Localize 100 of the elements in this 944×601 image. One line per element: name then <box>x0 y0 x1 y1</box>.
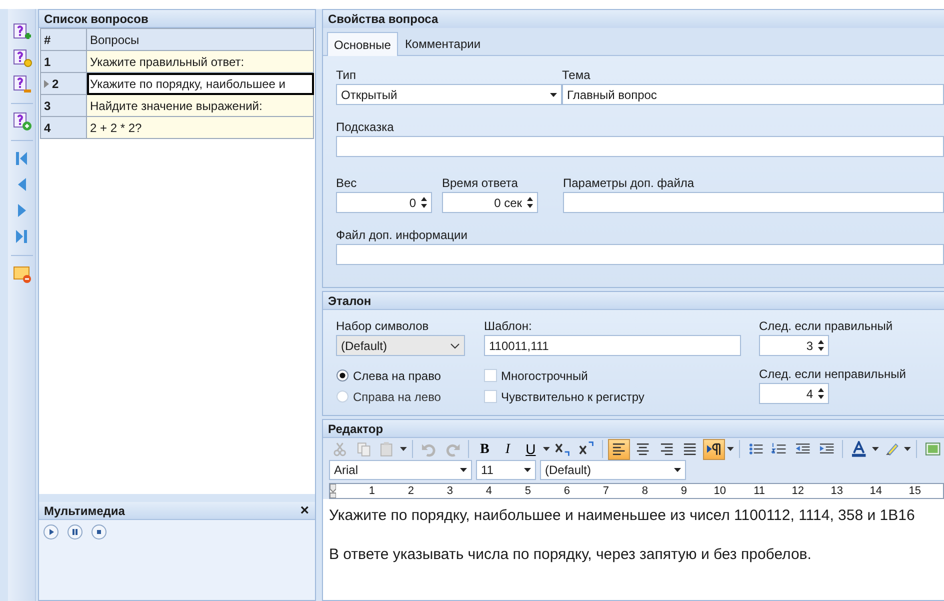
dropdown-arrow-icon <box>460 468 467 472</box>
align-icon <box>611 441 628 457</box>
image-icon <box>925 441 941 457</box>
row-number: 2 <box>40 72 86 94</box>
charset-dropdown[interactable]: (Default) <box>336 335 465 356</box>
ruler-number: 14 <box>868 484 882 499</box>
radio-button[interactable] <box>336 369 349 382</box>
panel-title: Список вопросов <box>44 11 148 27</box>
ruler-number: 9 <box>680 484 687 499</box>
spin-arrows-icon <box>818 340 824 351</box>
ruler-number: 5 <box>524 484 531 499</box>
field-label: Подсказка <box>336 119 395 136</box>
topic-field[interactable]: Главный вопрос <box>562 84 944 105</box>
paragraph: В ответе указывать числа по порядку, через запятую и без пробелов. <box>329 544 812 564</box>
play-icon[interactable] <box>43 524 59 540</box>
checkbox[interactable] <box>484 390 497 403</box>
time-spinner[interactable]: 0 сек <box>442 192 538 213</box>
ruler-number: 1 <box>368 484 375 499</box>
edit-question-icon[interactable] <box>12 49 32 69</box>
tab[interactable]: Основные <box>327 32 398 56</box>
import-question-icon[interactable] <box>12 112 32 132</box>
highlighter-icon <box>884 441 900 457</box>
spin-arrows-icon <box>527 197 533 208</box>
dropdown-arrow-icon <box>550 92 557 96</box>
file-params-field[interactable] <box>563 192 944 213</box>
text-editor[interactable]: Укажите по порядку, наибольшее и наименьшее из чисел 1100112, 1114, 358 и 1В16 В ответе указывать числа по порядку, через запятую и без пробелов. <box>323 499 944 600</box>
copy-icon <box>356 441 372 457</box>
superscript-icon <box>578 441 594 457</box>
style-dropdown[interactable]: (Default) <box>540 460 686 480</box>
field-label: Параметры доп. файла <box>563 175 696 192</box>
radio-button[interactable] <box>336 390 349 403</box>
caret-icon[interactable] <box>904 447 912 451</box>
type-dropdown[interactable]: Открытый <box>336 84 562 105</box>
indent-marker-icon[interactable] <box>330 484 336 498</box>
field-label: Тип <box>336 67 358 84</box>
align-icon <box>658 441 674 457</box>
cut-icon <box>332 441 348 457</box>
question-cell[interactable]: Найдите значение выражений: <box>86 94 314 116</box>
hint-field[interactable] <box>336 136 944 157</box>
ruler-number: 10 <box>712 484 726 499</box>
row-number: 1 <box>40 50 86 72</box>
ruler-number: 6 <box>562 484 570 499</box>
ruler-number: 8 <box>640 484 648 499</box>
info-file-field[interactable] <box>336 244 944 265</box>
dropdown-arrow-icon <box>524 468 531 472</box>
column-header[interactable]: # <box>40 28 86 50</box>
format-button[interactable]: B <box>474 438 496 460</box>
section-title: Эталон <box>328 293 372 309</box>
field-label: Файл доп. информации <box>336 227 468 244</box>
field-label: След. если правильный <box>759 318 894 335</box>
next-wrong-spinner[interactable]: 4 <box>759 383 829 404</box>
font-size-dropdown[interactable]: 11 <box>476 460 536 480</box>
field-label: Тема <box>562 67 592 84</box>
ruler-number: 3 <box>446 484 453 499</box>
column-header[interactable]: Вопросы <box>86 28 314 50</box>
align-button[interactable] <box>608 438 630 460</box>
checkbox[interactable] <box>484 369 497 382</box>
delete-question-icon[interactable] <box>12 75 32 95</box>
template-field[interactable]: 110011,111 <box>484 335 741 356</box>
caret-icon[interactable] <box>872 447 879 451</box>
question-cell[interactable]: 2 + 2 * 2? <box>86 116 314 138</box>
field-label: Набор символов <box>336 318 430 335</box>
weight-spinner[interactable]: 0 <box>336 192 432 213</box>
ruler-number: 4 <box>484 484 492 499</box>
format-button[interactable]: U <box>520 438 542 460</box>
tab[interactable]: Комментарии <box>398 32 488 55</box>
field-label: Вес <box>336 175 358 192</box>
panel-title: Мультимедиа <box>44 503 125 519</box>
checkbox-label: Чувствительно к регистру <box>501 388 644 406</box>
ruler-number: 15 <box>908 484 921 499</box>
ruler-number: 7 <box>602 484 609 499</box>
ruler-number: 11 <box>752 484 765 499</box>
align-icon <box>635 441 651 457</box>
row-number: 4 <box>40 116 86 138</box>
field-label: След. если неправильный <box>759 366 906 383</box>
format-button[interactable]: I <box>497 438 518 460</box>
paragraph-direction-icon <box>706 441 722 457</box>
pause-icon[interactable] <box>67 524 83 540</box>
section-title: Редактор <box>328 421 384 437</box>
stop-icon[interactable] <box>91 524 107 540</box>
caret-icon[interactable] <box>400 447 407 451</box>
bullet-list-icon <box>748 441 764 457</box>
paragraph-direction-button[interactable] <box>703 438 725 460</box>
spin-arrows-icon <box>421 197 427 208</box>
field-label: Шаблон: <box>484 318 533 335</box>
close-button[interactable]: × <box>300 502 309 519</box>
caret-icon[interactable] <box>726 447 734 451</box>
align-icon <box>682 441 698 457</box>
radio-label: Справа на лево <box>353 388 441 406</box>
caret-icon[interactable] <box>543 447 550 451</box>
question-cell[interactable]: Укажите правильный ответ: <box>86 50 314 72</box>
chevron-down-icon <box>450 342 460 348</box>
font-dropdown[interactable]: Arial <box>329 460 472 480</box>
next-correct-spinner[interactable]: 3 <box>759 335 829 356</box>
ruler-number: 13 <box>830 484 843 499</box>
spin-arrows-icon <box>818 388 824 399</box>
dropdown-arrow-icon <box>674 468 681 472</box>
remove-media-icon[interactable] <box>12 264 32 284</box>
checkbox-label: Многострочный <box>501 368 588 384</box>
question-cell[interactable]: Укажите по порядку, наибольшее и <box>86 72 314 94</box>
